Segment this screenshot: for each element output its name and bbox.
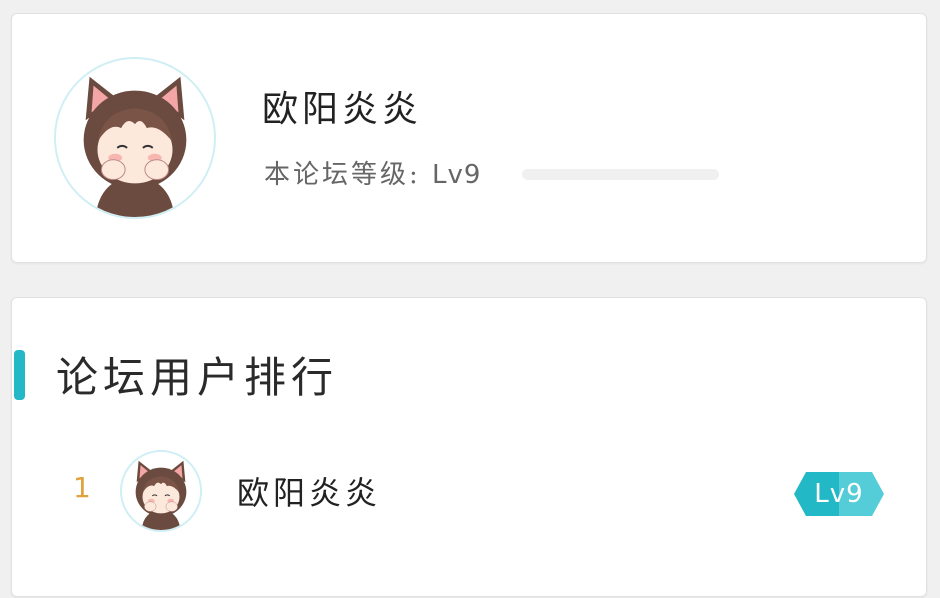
- cat-hood-girl-avatar-icon: [56, 59, 214, 217]
- ranking-card: 论坛用户排行 1 欧阳炎炎 Lv9: [11, 297, 927, 597]
- level-progress-bar: [522, 169, 719, 180]
- profile-card: 欧阳炎炎 本论坛等级: Lv9: [11, 13, 927, 263]
- rank-username: 欧阳炎炎: [237, 474, 382, 512]
- level-badge-text: Lv9: [814, 479, 864, 509]
- avatar[interactable]: [54, 57, 216, 219]
- rank-number: 1: [73, 471, 91, 504]
- avatar[interactable]: [120, 450, 202, 532]
- level-value: Lv9: [432, 160, 482, 190]
- profile-level: 本论坛等级: Lv9: [264, 154, 481, 191]
- list-item[interactable]: 1 欧阳炎炎 Lv9: [12, 298, 926, 598]
- profile-username: 欧阳炎炎: [262, 89, 423, 130]
- cat-hood-girl-avatar-icon: [122, 452, 200, 530]
- level-prefix: 本论坛等级:: [264, 160, 421, 190]
- level-badge: Lv9: [794, 472, 884, 516]
